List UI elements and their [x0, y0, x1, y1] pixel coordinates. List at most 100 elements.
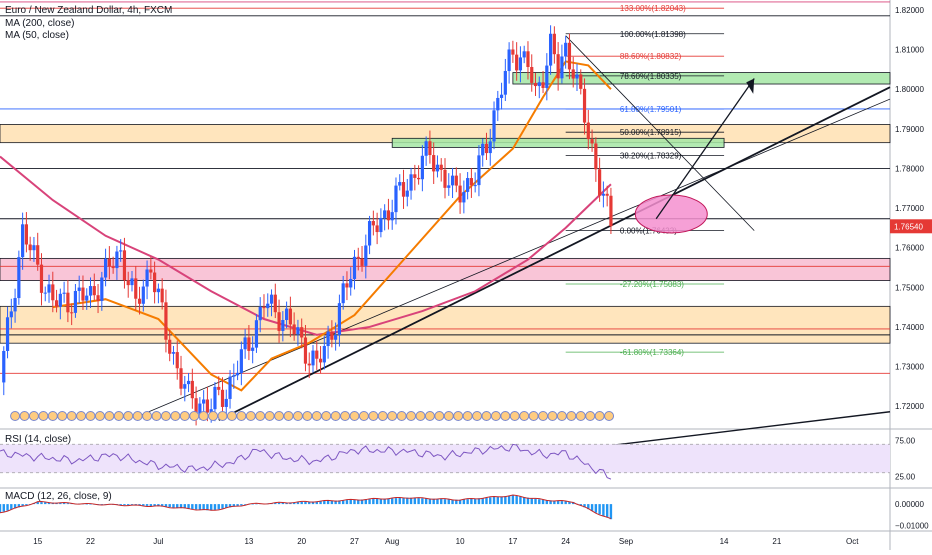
candle-body [119, 250, 123, 252]
candle-body [477, 155, 481, 186]
time-tick-label: 15 [33, 537, 42, 546]
time-tick-label: 20 [297, 537, 306, 546]
macd-histogram-bar [470, 498, 473, 505]
candle-body [507, 49, 511, 71]
candle-body [232, 375, 236, 377]
event-marker-icon [76, 411, 87, 421]
ma50-legend: MA (50, close) [5, 30, 69, 41]
candle-body [518, 57, 523, 71]
macd-histogram-bar [368, 499, 371, 505]
candle-body [213, 386, 217, 410]
macd-histogram-bar [541, 499, 545, 505]
event-marker-icon [208, 411, 219, 421]
macd-histogram-bar [255, 503, 258, 505]
macd-histogram-bar [168, 504, 171, 508]
event-marker-icon [104, 411, 115, 421]
candle-body [522, 51, 526, 58]
candle-body [575, 74, 579, 79]
candle-body [126, 280, 130, 286]
candle-body [352, 256, 357, 279]
macd-histogram-bar [6, 504, 9, 511]
price-tick-label: 1.79000 [895, 125, 924, 134]
price-tick-label: 1.76000 [895, 244, 924, 253]
macd-histogram-bar [538, 499, 541, 505]
event-marker-icon [217, 411, 228, 421]
macd-histogram-bar [560, 501, 564, 505]
macd-histogram-bar [598, 504, 601, 515]
candle-body [2, 350, 6, 383]
event-marker-icon [160, 411, 171, 421]
candle-body [594, 143, 598, 170]
candle-body [288, 308, 292, 325]
time-tick-label: 17 [508, 537, 517, 546]
candle-body [171, 352, 176, 354]
candle-body [254, 320, 259, 348]
candle-body [556, 54, 560, 79]
macd-histogram-bar [194, 504, 198, 510]
macd-histogram-bar [0, 504, 2, 513]
candle-body [141, 286, 145, 304]
pink-zone [0, 257, 891, 281]
candle-body [160, 288, 164, 303]
price-tick-label: 1.82000 [895, 6, 924, 15]
candle-body [103, 258, 108, 278]
price-tick-label: 1.75000 [895, 283, 924, 292]
rsi-tick-label: 25.00 [895, 472, 916, 481]
candle-body [43, 292, 47, 294]
candle-body [247, 337, 251, 351]
macd-histogram-bar [372, 499, 375, 505]
candle-body [62, 292, 66, 294]
macd-histogram-bar [504, 496, 507, 505]
candle-body [186, 380, 191, 385]
orange-zone [0, 305, 891, 344]
macd-histogram-bar [507, 495, 511, 505]
candle-body [598, 169, 602, 196]
candle-body [582, 88, 587, 123]
candle-body [153, 272, 157, 293]
time-tick-label: 21 [772, 537, 781, 546]
candle-body [383, 210, 387, 218]
macd-histogram-bar [172, 504, 175, 508]
price-chart[interactable]: 133.00%(1.82043) 100.00%(1.81398) 88.60%(1… [0, 0, 932, 550]
candle-body [601, 193, 605, 196]
candle-body [322, 346, 326, 363]
chart-area[interactable]: 133.00%(1.82043) 100.00%(1.81398) 88.60%(1… [0, 0, 932, 550]
macd-histogram-bar [2, 504, 5, 512]
event-marker-icon [283, 411, 294, 421]
event-marker-icon [585, 411, 596, 421]
candle-body [443, 169, 447, 188]
candle-body [567, 42, 572, 70]
macd-histogram-bar [349, 499, 352, 505]
candle-body [96, 295, 100, 301]
candle-body [526, 51, 530, 68]
rsi-tick-label: 75.00 [895, 437, 916, 446]
candle-body [435, 164, 440, 172]
macd-histogram-bar [492, 497, 496, 505]
candle-body [586, 122, 590, 140]
macd-histogram-bar [447, 499, 450, 505]
event-marker-icon [10, 411, 21, 421]
candle-body [273, 294, 277, 313]
macd-histogram-bar [594, 504, 598, 513]
candle-body [137, 298, 142, 304]
candle-body [47, 284, 51, 293]
macd-histogram-bar [323, 501, 326, 505]
candle-body [266, 303, 270, 309]
candle-body [88, 286, 93, 296]
candle-body [420, 155, 424, 180]
event-marker-icon [123, 411, 134, 421]
time-tick-label: Sep [619, 537, 634, 546]
candle-body [277, 312, 281, 331]
candle-body [511, 49, 515, 55]
candle-body [130, 278, 134, 286]
macd-histogram-bar [145, 504, 149, 506]
candle-body [409, 174, 413, 191]
macd-tick-label: 0.00000 [895, 500, 924, 509]
candle-body [371, 221, 375, 226]
candle-body [251, 347, 255, 351]
macd-histogram-bar [353, 499, 356, 505]
candle-body [39, 264, 44, 293]
candle-body [405, 190, 409, 197]
candle-body [303, 337, 308, 364]
candle-body [311, 350, 315, 366]
